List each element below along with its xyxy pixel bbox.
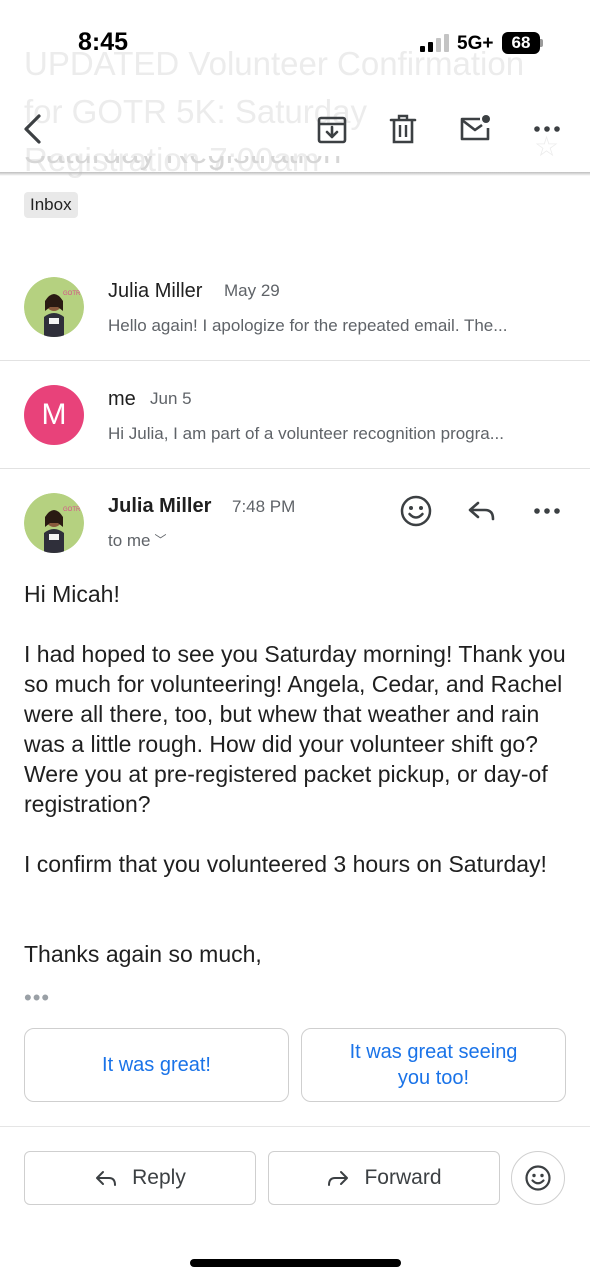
emoji-icon — [525, 1165, 551, 1191]
sender-name: Julia Miller — [108, 280, 203, 302]
more-icon[interactable] — [530, 494, 564, 528]
message-snippet: Hello again! I apologize for the repeate… — [108, 316, 508, 335]
avatar: GOTR — [24, 277, 84, 337]
sender-name: Julia Miller — [108, 495, 212, 517]
message-paragraph: I confirm that you volunteered 3 hours o… — [24, 851, 547, 877]
mark-unread-icon[interactable] — [458, 112, 492, 146]
divider — [0, 1126, 590, 1127]
smart-reply-chip[interactable]: It was great! — [24, 1028, 289, 1102]
emoji-react-button[interactable] — [511, 1151, 565, 1205]
avatar[interactable]: GOTR — [24, 493, 84, 553]
svg-text:GOTR: GOTR — [63, 291, 81, 297]
forward-icon — [328, 1171, 349, 1186]
emoji-reaction-icon[interactable] — [399, 494, 433, 528]
collapsed-message[interactable]: M me Jun 5 Hi Julia, I am part of a volu… — [0, 361, 590, 469]
forward-label: Forward — [364, 1166, 442, 1189]
chevron-down-icon: ﹀ — [154, 533, 167, 547]
reply-icon[interactable] — [465, 494, 499, 528]
signal-icon — [420, 34, 449, 52]
back-icon[interactable] — [16, 112, 50, 146]
collapsed-message[interactable]: GOTR Julia Miller May 29 Hello again! I … — [0, 253, 590, 361]
svg-text:GOTR: GOTR — [63, 507, 81, 513]
toolbar — [0, 100, 590, 172]
message-time: 7:48 PM — [232, 497, 296, 516]
delete-icon[interactable] — [386, 112, 420, 146]
battery-icon: 68 — [502, 32, 544, 54]
message-date: May 29 — [224, 281, 280, 300]
message-date: Jun 5 — [150, 389, 192, 408]
network-label: 5G+ — [457, 33, 494, 54]
status-time: 8:45 — [78, 28, 129, 56]
smart-reply-chip[interactable]: It was great seeing you too! — [301, 1028, 566, 1102]
recipient-toggle[interactable]: to me ﹀ — [108, 531, 167, 551]
forward-button[interactable]: Forward — [268, 1151, 500, 1205]
message-paragraph: I had hoped to see you Saturday morning!… — [24, 641, 566, 817]
label-chip[interactable]: Inbox — [24, 192, 78, 218]
reply-button[interactable]: Reply — [24, 1151, 256, 1205]
toolbar-shadow — [0, 172, 590, 176]
message-snippet: Hi Julia, I am part of a volunteer recog… — [108, 424, 504, 443]
sender-name: me — [108, 388, 136, 410]
avatar: M — [24, 385, 84, 445]
message-closing: Thanks again so much, — [24, 941, 262, 967]
status-bar: 8:45 5G+ 68 — [0, 0, 590, 80]
more-icon[interactable] — [530, 112, 564, 146]
message-greeting: Hi Micah! — [24, 581, 120, 607]
recipient-label: to me — [108, 531, 151, 550]
battery-level: 68 — [511, 33, 531, 52]
home-indicator[interactable] — [190, 1259, 401, 1267]
reply-icon — [96, 1171, 117, 1186]
show-trimmed-content[interactable]: ••• — [24, 985, 50, 1011]
reply-label: Reply — [132, 1166, 186, 1189]
archive-icon[interactable] — [315, 112, 349, 146]
